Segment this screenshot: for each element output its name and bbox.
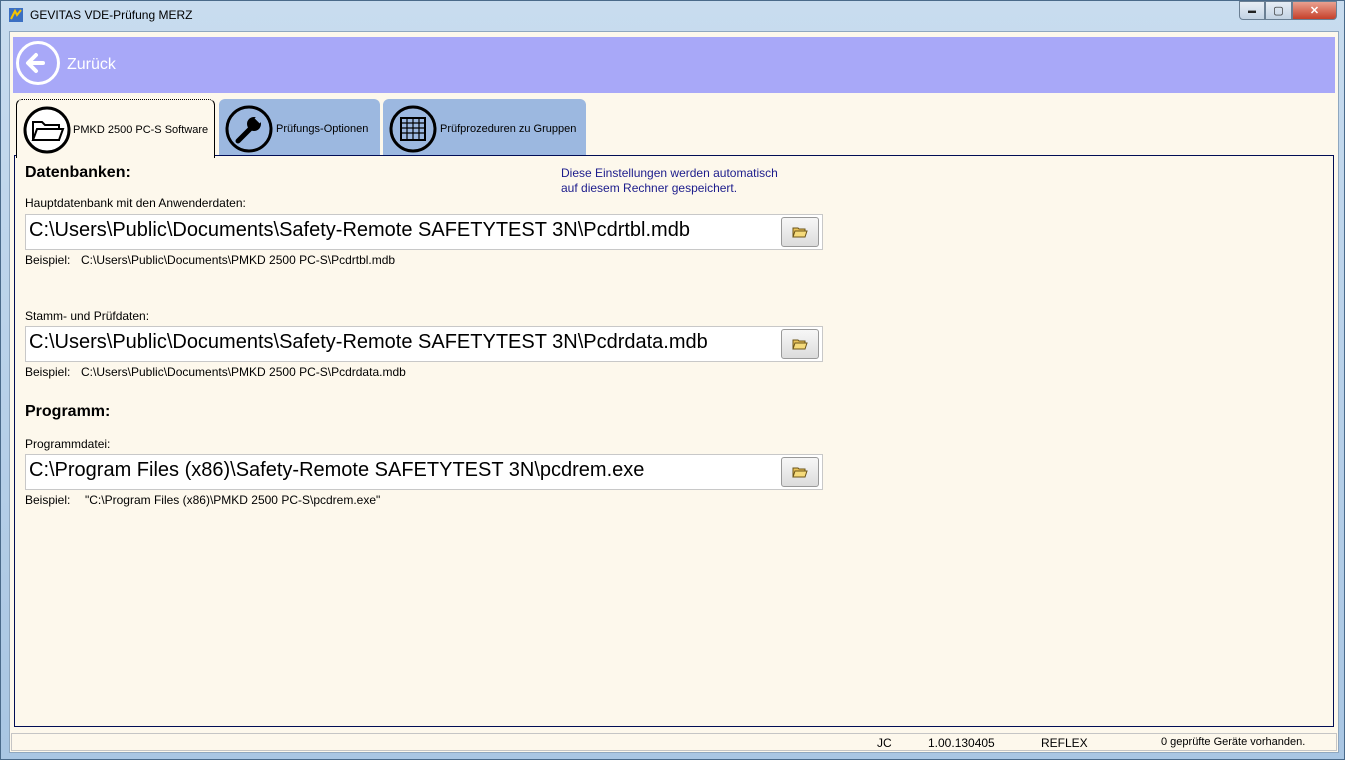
client-area: Zurück PMKD 2500 PC-S Software Prüfungs-… (9, 31, 1339, 753)
app-icon (9, 8, 23, 22)
program-example: "C:\Program Files (x86)\PMKD 2500 PC-S\p… (85, 493, 381, 507)
tab-software[interactable]: PMKD 2500 PC-S Software (16, 99, 215, 158)
table-icon (389, 105, 437, 153)
tab-options[interactable]: Prüfungs-Optionen (219, 99, 380, 157)
status-devices: 0 geprüfte Geräte vorhanden. (1161, 736, 1306, 748)
minimize-button[interactable]: ▬ (1239, 1, 1265, 20)
program-browse-button[interactable] (781, 457, 819, 487)
main-db-label: Hauptdatenbank mit den Anwenderdaten: (25, 196, 246, 210)
tab-procedures[interactable]: Prüfprozeduren zu Gruppen (383, 99, 586, 157)
master-db-browse-button[interactable] (781, 329, 819, 359)
close-button[interactable]: ✕ (1292, 1, 1337, 20)
program-example-label: Beispiel: (25, 493, 71, 507)
open-folder-icon (792, 339, 808, 350)
master-db-path[interactable]: C:\Users\Public\Documents\Safety-Remote … (29, 331, 708, 354)
header-bar: Zurück (13, 37, 1335, 93)
status-user: JC (877, 736, 892, 750)
window-title: GEVITAS VDE-Prüfung MERZ (30, 8, 193, 22)
folder-icon (23, 106, 71, 154)
maximize-icon: ▢ (1273, 5, 1284, 17)
status-bar: JC 1.00.130405 REFLEX 0 geprüfte Geräte … (11, 733, 1337, 751)
wrench-icon (225, 105, 273, 153)
program-label: Programmdatei: (25, 437, 111, 451)
back-label[interactable]: Zurück (67, 56, 116, 74)
title-bar[interactable]: GEVITAS VDE-Prüfung MERZ ▬ ▢ ✕ (1, 1, 1344, 29)
main-db-example-label: Beispiel: (25, 253, 71, 267)
autosave-note: Diese Einstellungen werden automatisch a… (561, 166, 778, 196)
main-db-browse-button[interactable] (781, 217, 819, 247)
program-field[interactable]: C:\Program Files (x86)\Safety-Remote SAF… (25, 454, 823, 490)
app-window: GEVITAS VDE-Prüfung MERZ ▬ ▢ ✕ Zurück PM… (0, 0, 1345, 760)
main-db-path[interactable]: C:\Users\Public\Documents\Safety-Remote … (29, 219, 690, 242)
tab-options-label: Prüfungs-Optionen (276, 123, 369, 135)
settings-panel: Datenbanken: Diese Einstellungen werden … (14, 155, 1334, 727)
master-db-label: Stamm- und Prüfdaten: (25, 309, 150, 323)
status-mode: REFLEX (1041, 736, 1088, 750)
tab-software-label: PMKD 2500 PC-S Software (73, 124, 209, 136)
minimize-icon: ▬ (1248, 6, 1256, 15)
databases-heading: Datenbanken: (25, 164, 131, 181)
open-folder-icon (792, 227, 808, 238)
main-db-field[interactable]: C:\Users\Public\Documents\Safety-Remote … (25, 214, 823, 250)
program-path[interactable]: C:\Program Files (x86)\Safety-Remote SAF… (29, 459, 644, 482)
maximize-button[interactable]: ▢ (1265, 1, 1292, 20)
autosave-note-line2: auf diesem Rechner gespeichert. (561, 181, 738, 195)
main-db-example: C:\Users\Public\Documents\PMKD 2500 PC-S… (81, 253, 396, 267)
back-button[interactable] (16, 41, 60, 85)
autosave-note-line1: Diese Einstellungen werden automatisch (561, 166, 778, 180)
tab-procedures-label: Prüfprozeduren zu Gruppen (440, 123, 577, 135)
program-heading: Programm: (25, 403, 111, 420)
master-db-field[interactable]: C:\Users\Public\Documents\Safety-Remote … (25, 326, 823, 362)
arrow-left-icon (26, 53, 45, 73)
status-version: 1.00.130405 (928, 736, 995, 750)
open-folder-icon (792, 467, 808, 478)
master-db-example-label: Beispiel: (25, 365, 71, 379)
master-db-example: C:\Users\Public\Documents\PMKD 2500 PC-S… (81, 365, 406, 379)
close-icon: ✕ (1309, 5, 1320, 17)
